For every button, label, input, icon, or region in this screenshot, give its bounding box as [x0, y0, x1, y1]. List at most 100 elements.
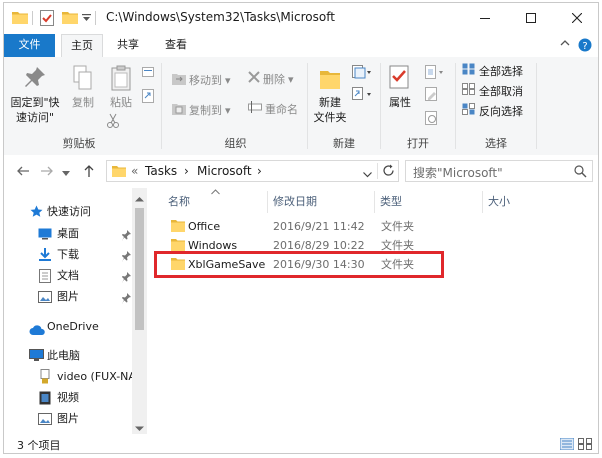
desktop-icon [38, 227, 52, 247]
nav-label-video-drive: video (FUX-NA [57, 370, 132, 383]
breadcrumb-overflow[interactable]: « [131, 164, 138, 178]
clipboard-group-label: 剪贴板 [62, 137, 96, 150]
table-row[interactable]: Office 2016/9/21 11:42 文件夹 [157, 217, 437, 236]
file-list: 名称 修改日期 类型 大小 Office 2016/9/21 11:42 文件夹… [147, 188, 598, 434]
delete-button[interactable]: 删除 ▾ [248, 71, 294, 89]
picture-icon [38, 290, 52, 310]
recent-locations-icon[interactable] [62, 167, 78, 183]
properties-button[interactable]: 属性 [385, 65, 415, 110]
nav-item-downloads[interactable]: 下载 [4, 245, 132, 265]
nav-label-desktop: 桌面 [57, 227, 79, 240]
copy-to-label: 复制到 [189, 104, 222, 117]
large-icons-view-icon[interactable] [578, 438, 592, 450]
nav-label-videos: 视频 [57, 391, 79, 404]
details-view-icon[interactable] [559, 437, 575, 451]
column-header-name[interactable]: 名称 [168, 191, 190, 213]
help-icon[interactable]: ? [578, 38, 592, 55]
status-bar: 3 个项目 [4, 434, 598, 453]
copy-path-icon[interactable] [142, 67, 154, 80]
column-divider[interactable] [374, 191, 375, 213]
maximize-button[interactable] [508, 3, 554, 34]
computer-icon [29, 349, 44, 369]
new-group: 新建 文件夹 新建 [308, 57, 380, 155]
new-folder-icon [320, 71, 340, 89]
new-item-icon[interactable] [352, 65, 372, 82]
scroll-up-icon[interactable] [135, 192, 144, 205]
move-to-button[interactable]: 移动到 ▾ [172, 71, 231, 89]
back-icon[interactable] [16, 164, 32, 180]
ribbon-divider [536, 63, 537, 149]
column-header-date[interactable]: 修改日期 [273, 191, 317, 213]
column-divider[interactable] [482, 191, 483, 213]
copy-to-button[interactable]: 复制到 ▾ [172, 101, 231, 119]
toolbar-divider [32, 11, 33, 25]
column-header-size[interactable]: 大小 [488, 191, 510, 213]
address-bar[interactable]: « Tasks › Microsoft › [106, 160, 399, 182]
new-folder-button[interactable]: 新建 文件夹 [310, 65, 350, 125]
nav-label-quick-access: 快速访问 [47, 205, 91, 218]
search-box[interactable]: 搜索"Microsoft" [405, 160, 593, 182]
folder-icon [112, 164, 126, 180]
tab-file[interactable]: 文件 [4, 34, 55, 57]
nav-item-onedrive[interactable]: OneDrive [4, 317, 132, 337]
download-icon [39, 248, 51, 268]
history-icon[interactable] [425, 111, 439, 128]
nav-item-video-drive[interactable]: video (FUX-NA [4, 367, 132, 387]
open-icon[interactable] [425, 65, 445, 82]
pin-quick-access-button[interactable]: 固定到"快 速访问" [7, 65, 63, 125]
select-none-button[interactable]: 全部取消 [462, 83, 523, 101]
paste-button[interactable]: 粘贴 [105, 65, 137, 110]
nav-item-videos[interactable]: 视频 [4, 388, 132, 408]
properties-icon [389, 65, 409, 89]
breadcrumb-microsoft[interactable]: Microsoft [197, 164, 252, 178]
rename-icon [248, 101, 262, 119]
nav-item-pictures-pc[interactable]: 图片 [4, 409, 132, 429]
nav-item-this-pc[interactable]: 此电脑 [4, 346, 132, 366]
nav-item-pictures[interactable]: 图片 [4, 287, 132, 307]
nav-scrollbar[interactable] [132, 188, 147, 434]
open-group: 属性 打开 [381, 57, 455, 155]
breadcrumb-tasks[interactable]: Tasks [145, 164, 177, 178]
highlight-box [154, 251, 444, 278]
svg-text:?: ? [582, 41, 587, 52]
tab-home[interactable]: 主页 [61, 34, 103, 58]
refresh-icon[interactable] [382, 164, 395, 180]
move-to-label: 移动到 [189, 74, 222, 87]
pin-icon[interactable] [122, 291, 131, 311]
copy-button[interactable]: 复制 [67, 65, 99, 110]
column-header-type[interactable]: 类型 [380, 191, 402, 213]
up-icon[interactable] [82, 164, 98, 180]
tab-share[interactable]: 共享 [110, 34, 146, 57]
copy-label: 复制 [72, 96, 94, 109]
chevron-right-icon[interactable]: › [184, 164, 189, 178]
customize-dropdown-icon[interactable] [82, 13, 91, 29]
folder-icon[interactable] [12, 10, 28, 26]
easy-access-icon[interactable] [352, 87, 372, 104]
invert-selection-button[interactable]: 反向选择 [462, 103, 523, 121]
address-dropdown-icon[interactable] [363, 168, 372, 181]
column-divider[interactable] [267, 191, 268, 213]
sort-ascending-icon [211, 185, 220, 198]
select-all-button[interactable]: 全部选择 [462, 63, 523, 81]
nav-scrollbar-thumb[interactable] [135, 208, 144, 330]
properties-check-icon[interactable] [40, 10, 54, 26]
ribbon-collapse-icon[interactable] [560, 38, 570, 51]
delete-label: 删除 [263, 73, 285, 86]
tab-view[interactable]: 查看 [158, 34, 194, 57]
search-icon[interactable] [574, 165, 587, 181]
delete-icon [248, 71, 260, 89]
chevron-right-icon[interactable]: › [257, 164, 262, 178]
cut-icon[interactable] [106, 113, 120, 132]
nav-item-quick-access[interactable]: 快速访问 [4, 202, 132, 222]
edit-icon[interactable] [425, 87, 439, 104]
nav-item-desktop[interactable]: 桌面 [4, 224, 132, 244]
close-button[interactable] [554, 3, 598, 34]
rename-button[interactable]: 重命名 [248, 101, 298, 119]
minimize-button[interactable] [462, 3, 508, 34]
forward-icon[interactable] [40, 164, 56, 180]
paste-shortcut-icon[interactable] [142, 89, 154, 106]
pin-quick-access-label: 固定到"快 速访问" [10, 96, 60, 124]
nav-item-documents[interactable]: 文档 [4, 266, 132, 286]
new-folder-icon[interactable] [62, 10, 78, 26]
ribbon-tabs: 文件 主页 共享 查看 ? [4, 34, 598, 58]
